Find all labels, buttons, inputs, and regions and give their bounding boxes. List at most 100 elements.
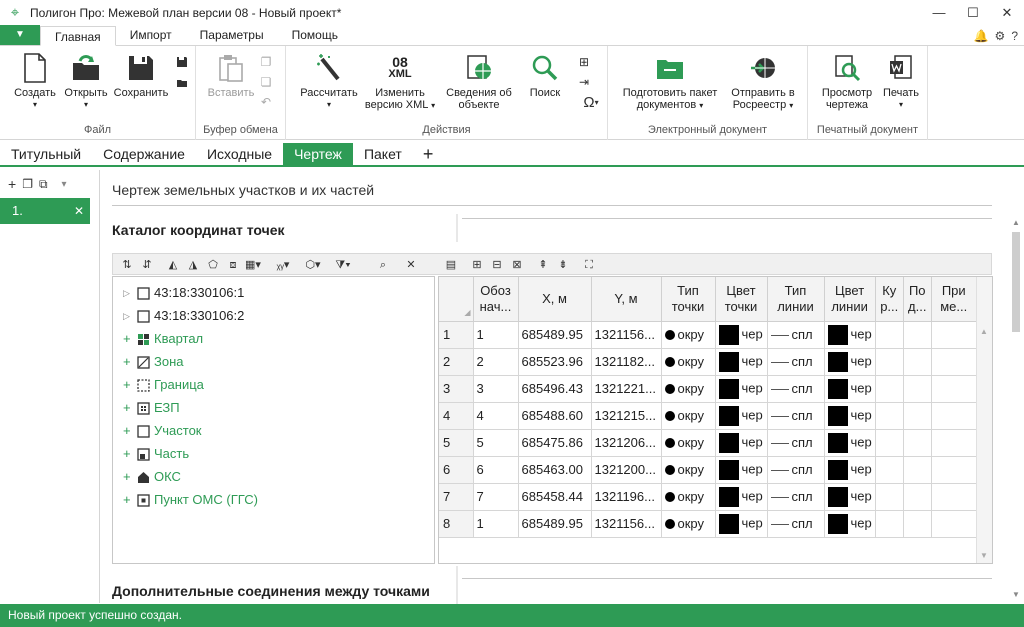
cell-x[interactable]: 685523.96 [518, 348, 592, 376]
copy-items-icon[interactable]: ⧉ [39, 177, 48, 192]
cell-point-color[interactable]: чер [715, 348, 768, 376]
create-button[interactable]: Создать ▾ [12, 52, 58, 111]
column-header-po[interactable]: По д... [903, 277, 932, 322]
cell-x[interactable]: 685496.43 [518, 375, 592, 403]
cell-x[interactable]: 685475.86 [518, 429, 592, 457]
tree-item[interactable]: + Граница [123, 375, 204, 395]
row-number[interactable]: 4 [439, 402, 474, 430]
scroll-down-icon[interactable]: ▼ [1012, 590, 1020, 599]
close-icon[interactable]: ✕ [74, 198, 84, 224]
object-info-button[interactable]: Сведения об объекте [440, 52, 518, 111]
cell-x[interactable]: 685489.95 [518, 510, 592, 538]
cell-po[interactable] [903, 402, 932, 430]
column-header-line-color[interactable]: Цвет линии [824, 277, 876, 322]
cell-note[interactable] [931, 375, 977, 403]
search-button[interactable]: Поиск [522, 52, 568, 99]
gear-icon[interactable]: ⚙ [995, 29, 1006, 43]
cell-y[interactable]: 1321215... [591, 402, 662, 430]
cell-point-color[interactable]: чер [715, 456, 768, 484]
table-row[interactable]: 6 6 685463.00 1321200... окру чер спл чер [439, 456, 977, 484]
cell-point-color[interactable]: чер [715, 402, 768, 430]
cell-x[interactable]: 685489.95 [518, 321, 592, 349]
sort-asc-icon[interactable]: ⇅ [119, 257, 135, 273]
layout-icon[interactable]: ⊞ [576, 54, 592, 70]
table-scrollbar[interactable]: ▲ ▼ [976, 277, 992, 563]
print-button[interactable]: Печать ▾ [880, 52, 922, 111]
cell-po[interactable] [903, 429, 932, 457]
expand-plus-icon[interactable]: + [123, 329, 137, 349]
tab-drawing[interactable]: Чертеж [283, 143, 353, 165]
table-row[interactable]: 5 5 685475.86 1321206... окру чер спл чер [439, 429, 977, 457]
cell-x[interactable]: 685458.44 [518, 483, 592, 511]
cell-line-color[interactable]: чер [824, 510, 876, 538]
cell-name[interactable]: 1 [473, 321, 519, 349]
delete-row-icon[interactable]: ⊠ [509, 257, 525, 273]
cell-po[interactable] [903, 456, 932, 484]
row-number[interactable]: 7 [439, 483, 474, 511]
expand-plus-icon[interactable]: + [123, 421, 137, 441]
cell-line-color[interactable]: чер [824, 321, 876, 349]
tree-item[interactable]: + Зона [123, 352, 184, 372]
preview-drawing-button[interactable]: Просмотр чертежа [816, 52, 878, 111]
column-header-note[interactable]: При ме... [931, 277, 977, 322]
ribbon-tab-settings[interactable]: Параметры [186, 25, 278, 45]
cell-note[interactable] [931, 348, 977, 376]
cell-point-type[interactable]: окру [661, 456, 716, 484]
cell-y[interactable]: 1321206... [591, 429, 662, 457]
cell-point-color[interactable]: чер [715, 510, 768, 538]
tree-item[interactable]: + Участок [123, 421, 202, 441]
cell-name[interactable]: 6 [473, 456, 519, 484]
cell-po[interactable] [903, 375, 932, 403]
cell-ku[interactable] [875, 375, 904, 403]
tree-item[interactable]: + Квартал [123, 329, 203, 349]
expand-plus-icon[interactable]: + [123, 444, 137, 464]
move-up-icon[interactable]: ⇞ [535, 257, 551, 273]
cell-name[interactable]: 1 [473, 510, 519, 538]
expand-plus-icon[interactable]: + [123, 375, 137, 395]
cell-line-type[interactable]: спл [767, 510, 825, 538]
ribbon-tab-help[interactable]: Помощь [278, 25, 352, 45]
column-header-y[interactable]: Y, м [591, 277, 662, 322]
cell-ku[interactable] [875, 429, 904, 457]
sheet-item[interactable]: 1. ✕ [0, 198, 90, 224]
cell-ku[interactable] [875, 348, 904, 376]
cell-note[interactable] [931, 456, 977, 484]
undo-icon[interactable]: ↶ [258, 94, 274, 110]
cell-point-type[interactable]: окру [661, 402, 716, 430]
tree-item[interactable]: + ОКС [123, 467, 181, 487]
ribbon-tab-home[interactable]: Главная [40, 26, 116, 46]
maximize-button[interactable]: ☐ [956, 0, 990, 26]
duplicate-icon[interactable]: ❐ [22, 177, 33, 191]
cell-point-type[interactable]: окру [661, 375, 716, 403]
add-tab-button[interactable]: + [413, 143, 444, 165]
change-xml-version-button[interactable]: 08 XML Изменить версию XML ▾ [364, 52, 436, 112]
cell-point-color[interactable]: чер [715, 483, 768, 511]
cell-ku[interactable] [875, 483, 904, 511]
copy-icon[interactable]: ❐ [258, 54, 274, 70]
cell-po[interactable] [903, 483, 932, 511]
tree-item[interactable]: + ЕЗП [123, 398, 180, 418]
cell-line-color[interactable]: чер [824, 456, 876, 484]
calculate-button[interactable]: Рассчитать ▾ [298, 52, 360, 111]
tree-item[interactable]: + Часть [123, 444, 189, 464]
cell-line-type[interactable]: спл [767, 321, 825, 349]
expand-plus-icon[interactable]: + [123, 467, 137, 487]
insert-col-icon[interactable]: ⊟ [489, 257, 505, 273]
cell-y[interactable]: 1321156... [591, 510, 662, 538]
tree-item[interactable]: ▷ 43:18:330106:2 [123, 306, 244, 326]
table-row[interactable]: 1 1 685489.95 1321156... окру чер спл чер [439, 321, 977, 349]
column-header-point-color[interactable]: Цвет точки [715, 277, 768, 322]
cell-ku[interactable] [875, 402, 904, 430]
cell-point-type[interactable]: окру [661, 429, 716, 457]
cell-name[interactable]: 4 [473, 402, 519, 430]
tree-item[interactable]: + Пункт ОМС (ГГС) [123, 490, 258, 510]
minimize-button[interactable]: — [922, 0, 956, 26]
cell-line-type[interactable]: спл [767, 429, 825, 457]
save-button[interactable]: Сохранить [112, 52, 170, 99]
row-number[interactable]: 3 [439, 375, 474, 403]
delete-icon[interactable]: ✕ [403, 257, 419, 273]
cell-note[interactable] [931, 429, 977, 457]
tab-title-page[interactable]: Титульный [0, 143, 92, 165]
column-header-x[interactable]: X, м [518, 277, 592, 322]
scroll-down-icon[interactable]: ▼ [980, 551, 988, 560]
